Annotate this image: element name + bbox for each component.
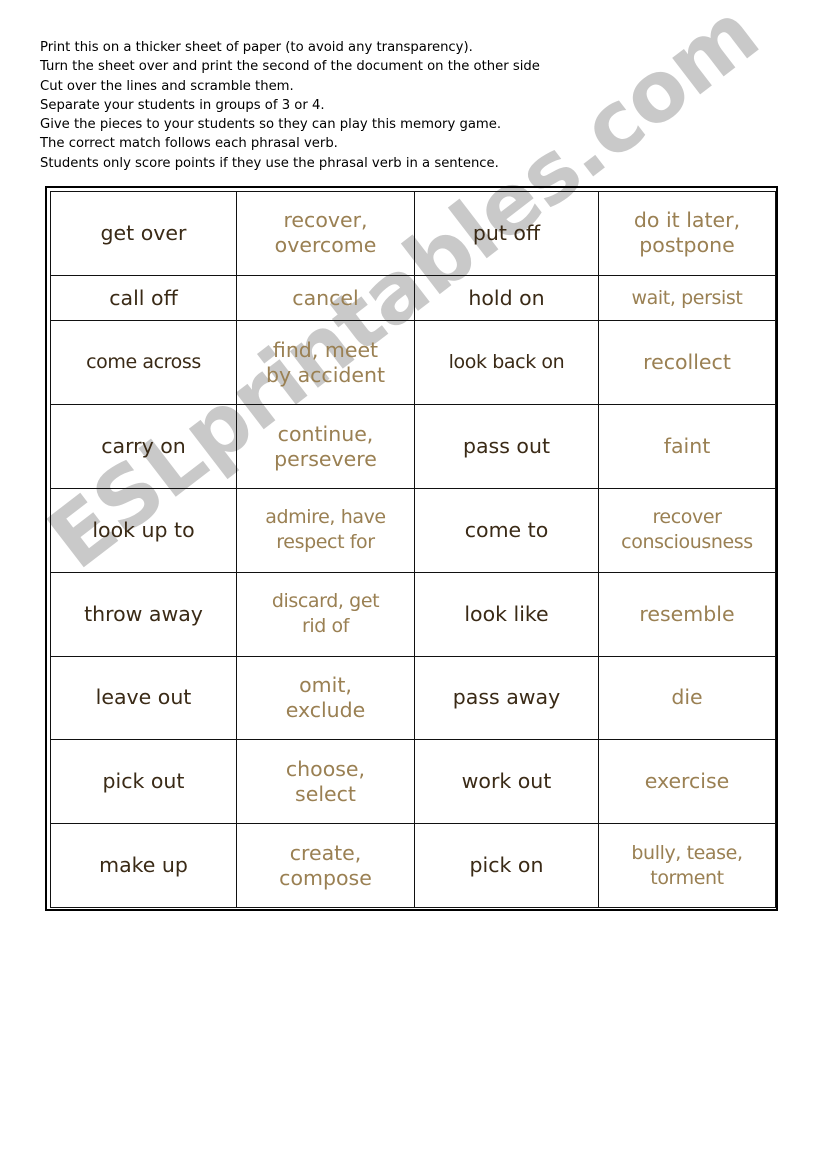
card-text: resemble xyxy=(639,601,735,626)
card-text: leave out xyxy=(95,685,192,710)
table-row: throw away discard, get rid of look like… xyxy=(50,571,776,657)
card-cell-verb[interactable]: pass away xyxy=(414,655,599,741)
card-cell-verb[interactable]: call off xyxy=(50,274,237,322)
card-text: discard, get rid of xyxy=(271,590,380,638)
card-text: look back on xyxy=(448,351,565,374)
card-cell-verb[interactable]: make up xyxy=(50,823,237,908)
card-cell-definition[interactable]: find, meet by accident xyxy=(236,320,415,406)
card-text: carry on xyxy=(101,434,186,459)
card-text: die xyxy=(671,685,703,710)
card-text: work out xyxy=(461,769,552,794)
instruction-line: Students only score points if they use t… xyxy=(40,155,499,171)
card-cell-definition[interactable]: cancel xyxy=(236,274,415,322)
card-cell-verb[interactable]: look like xyxy=(414,571,599,657)
card-cell-definition[interactable]: faint xyxy=(598,404,776,490)
card-cell-verb[interactable]: get over xyxy=(50,191,237,276)
card-text: put off xyxy=(472,220,541,245)
card-text: pick out xyxy=(102,769,185,794)
instruction-line: Separate your students in groups of 3 or… xyxy=(40,97,325,113)
card-cell-verb[interactable]: look back on xyxy=(414,320,599,406)
card-cell-definition[interactable]: choose, select xyxy=(236,739,415,825)
card-text: look like xyxy=(464,601,549,626)
card-text: exercise xyxy=(644,769,730,794)
card-cell-verb[interactable]: pass out xyxy=(414,404,599,490)
card-table-frame: get over recover, overcome put off do it… xyxy=(45,186,778,911)
card-cell-definition[interactable]: discard, get rid of xyxy=(236,571,415,657)
instruction-line: Give the pieces to your students so they… xyxy=(40,117,502,133)
card-text: cancel xyxy=(292,285,359,310)
card-text: recover, overcome xyxy=(274,208,377,258)
card-cell-definition[interactable]: omit, exclude xyxy=(236,655,415,741)
card-cell-definition[interactable]: wait, persist xyxy=(598,274,776,322)
card-text: recover consciousness xyxy=(621,506,753,554)
card-text: get over xyxy=(100,220,187,245)
instruction-line: Turn the sheet over and print the second… xyxy=(40,59,540,75)
card-text: call off xyxy=(109,285,178,310)
card-cell-verb[interactable]: hold on xyxy=(414,274,599,322)
table-row: look up to admire, have respect for come… xyxy=(50,488,776,573)
card-text: hold on xyxy=(468,285,545,310)
card-cell-verb[interactable]: throw away xyxy=(50,571,237,657)
card-cell-verb[interactable]: come to xyxy=(414,488,599,573)
instruction-line: Cut over the lines and scramble them. xyxy=(40,78,294,94)
card-cell-verb[interactable]: look up to xyxy=(50,488,237,573)
table-row: make up create, compose pick on bully, t… xyxy=(50,823,776,908)
card-cell-verb[interactable]: come across xyxy=(50,320,237,406)
card-text: find, meet by accident xyxy=(265,337,386,387)
card-cell-verb[interactable]: work out xyxy=(414,739,599,825)
card-text: bully, tease, torment xyxy=(631,841,743,889)
card-cell-verb[interactable]: put off xyxy=(414,191,599,276)
card-text: look up to xyxy=(92,517,195,542)
table-row: pick out choose, select work out exercis… xyxy=(50,739,776,825)
card-cell-verb[interactable]: pick on xyxy=(414,823,599,908)
card-text: come to xyxy=(464,517,549,542)
phrasal-verb-card-table: get over recover, overcome put off do it… xyxy=(50,191,776,908)
card-text: pass out xyxy=(462,434,551,459)
instruction-line: The correct match follows each phrasal v… xyxy=(40,136,338,152)
card-cell-verb[interactable]: leave out xyxy=(50,655,237,741)
card-text: create, compose xyxy=(279,840,372,890)
table-row: call off cancel hold on wait, persist xyxy=(50,274,776,322)
card-text: omit, exclude xyxy=(285,672,366,722)
card-cell-definition[interactable]: recollect xyxy=(598,320,776,406)
card-cell-verb[interactable]: pick out xyxy=(50,739,237,825)
card-text: pick on xyxy=(469,853,544,878)
table-row: leave out omit, exclude pass away die xyxy=(50,655,776,741)
instructions-block: Print this on a thicker sheet of paper (… xyxy=(40,38,740,173)
card-text: faint xyxy=(663,434,711,459)
card-text: wait, persist xyxy=(631,286,743,309)
worksheet-page: Print this on a thicker sheet of paper (… xyxy=(0,0,821,1169)
card-cell-definition[interactable]: recover consciousness xyxy=(598,488,776,573)
card-text: make up xyxy=(99,853,188,878)
card-text: continue, persevere xyxy=(274,421,377,471)
card-text: pass away xyxy=(452,685,561,710)
card-cell-definition[interactable]: die xyxy=(598,655,776,741)
card-text: choose, select xyxy=(285,756,366,806)
card-cell-definition[interactable]: create, compose xyxy=(236,823,415,908)
card-text: come across xyxy=(86,351,201,374)
table-row: come across find, meet by accident look … xyxy=(50,320,776,406)
card-cell-definition[interactable]: do it later, postpone xyxy=(598,191,776,276)
table-row: get over recover, overcome put off do it… xyxy=(50,191,776,276)
card-text: do it later, postpone xyxy=(633,208,741,258)
card-cell-definition[interactable]: resemble xyxy=(598,571,776,657)
card-text: admire, have respect for xyxy=(265,506,386,554)
card-cell-definition[interactable]: continue, persevere xyxy=(236,404,415,490)
card-cell-definition[interactable]: exercise xyxy=(598,739,776,825)
instruction-line: Print this on a thicker sheet of paper (… xyxy=(40,40,473,55)
card-cell-definition[interactable]: bully, tease, torment xyxy=(598,823,776,908)
table-row: carry on continue, persevere pass out fa… xyxy=(50,404,776,490)
card-cell-definition[interactable]: recover, overcome xyxy=(236,191,415,276)
card-cell-definition[interactable]: admire, have respect for xyxy=(236,488,415,573)
card-text: throw away xyxy=(84,601,203,626)
card-text: recollect xyxy=(643,350,731,375)
card-cell-verb[interactable]: carry on xyxy=(50,404,237,490)
